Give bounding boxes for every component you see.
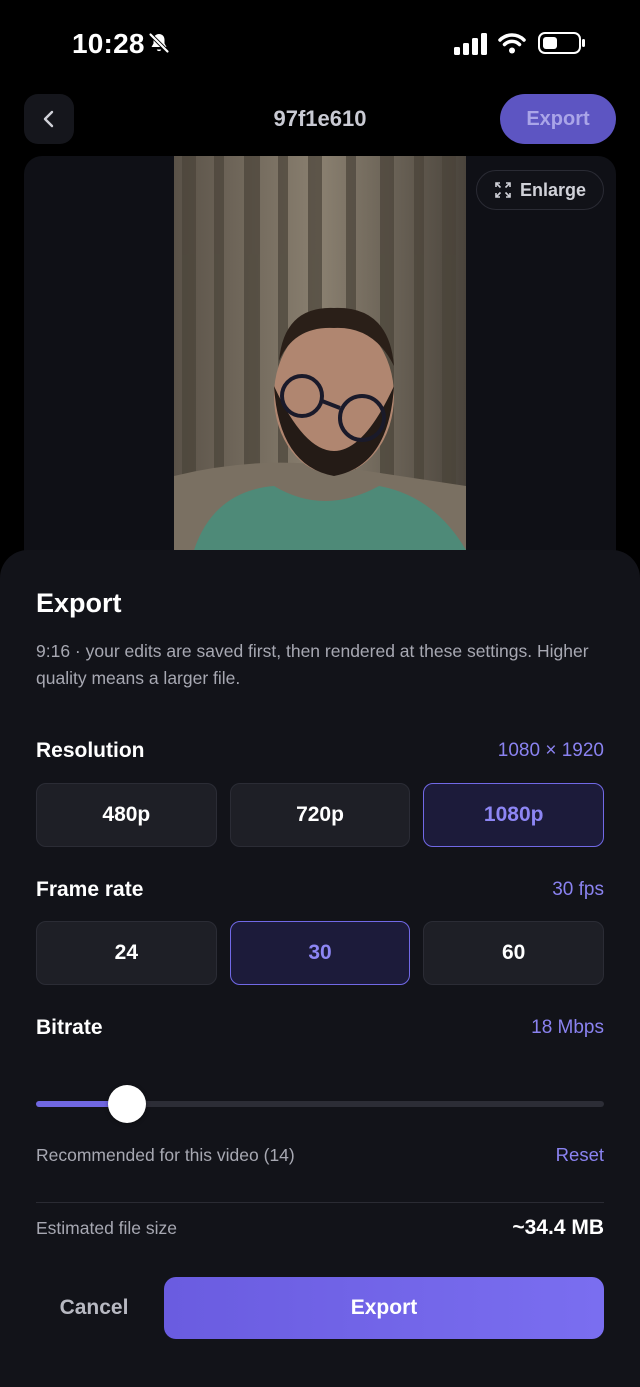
export-top-button[interactable]: Export [500,94,616,144]
video-frame[interactable] [174,156,466,550]
frame-rate-option-24[interactable]: 24 [36,921,217,985]
bitrate-value: 18 Mbps [531,1017,604,1038]
expand-icon [495,182,511,198]
resolution-option-480p[interactable]: 480p [36,783,217,847]
video-thumbnail-image [174,156,466,550]
cancel-button[interactable]: Cancel [36,1277,152,1339]
bell-muted-icon [149,33,169,53]
resolution-selector: 480p 720p 1080p [36,783,605,847]
frame-rate-option-60[interactable]: 60 [423,921,605,985]
signal-icon [454,33,487,55]
sheet-title: Export [36,588,122,618]
estimated-size-value: ~34.4 MB [512,1216,604,1239]
frame-rate-option-30[interactable]: 30 [229,921,411,985]
video-preview: Enlarge [24,156,616,576]
battery-icon [538,32,585,54]
estimated-size-label: Estimated file size [36,1218,178,1238]
resolution-value: 1080 × 1920 [497,740,604,761]
resolution-label: Resolution [36,739,145,762]
frame-rate-selector: 24 30 60 [36,921,605,985]
status-bar: 10:28 [0,0,640,88]
resolution-option-720p[interactable]: 720p [229,783,411,847]
bitrate-label: Bitrate [36,1016,103,1039]
wifi-icon [498,33,526,54]
sheet-description: 9:16 · your edits are saved first, then … [36,641,589,688]
reset-button[interactable]: Reset [556,1144,604,1166]
frame-rate-value: 30 fps [552,879,604,900]
recommended-note: Recommended for this video (14) [36,1145,295,1165]
export-button[interactable]: Export [164,1277,604,1339]
enlarge-label: Enlarge [519,179,587,200]
slider-thumb[interactable] [107,1085,146,1123]
resolution-option-1080p[interactable]: 1080p [423,783,605,847]
status-time: 10:28 [72,28,145,59]
divider [36,1202,604,1203]
top-bar: 97f1e610 Export [0,88,640,152]
frame-rate-label: Frame rate [36,878,144,901]
bitrate-slider[interactable] [36,1084,604,1124]
export-sheet: Export 9:16 · your edits are saved first… [0,550,640,1387]
enlarge-button[interactable]: Enlarge [476,170,604,210]
